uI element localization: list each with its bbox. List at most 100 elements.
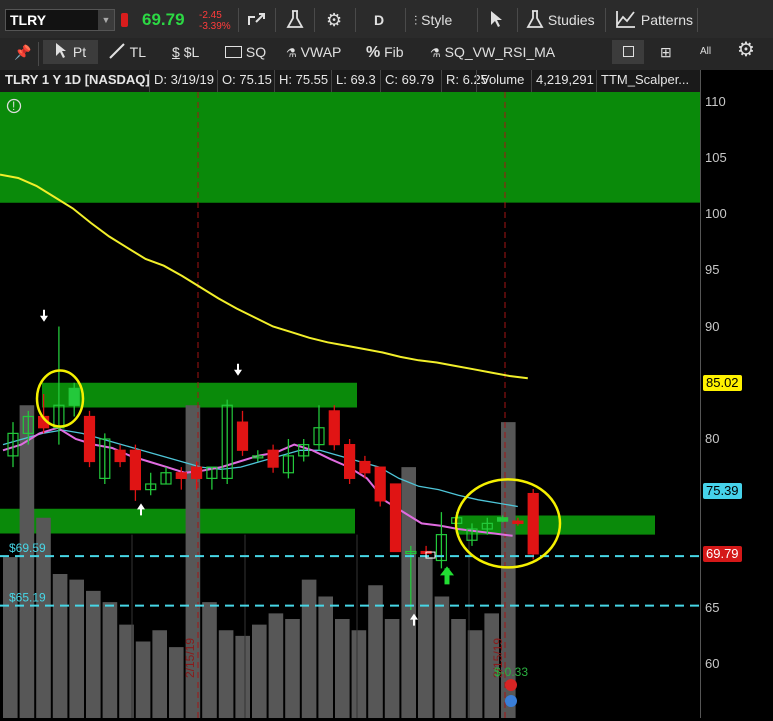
volume-bar xyxy=(451,619,466,718)
volume-bar xyxy=(285,619,300,718)
grid-layout-button[interactable]: ⊞ xyxy=(660,40,672,64)
volume-bar xyxy=(335,619,350,718)
chart-settings-button[interactable]: ⚙ xyxy=(737,38,755,62)
patterns-button[interactable]: Patterns xyxy=(615,8,693,32)
pointer-tool[interactable]: Pt xyxy=(43,40,98,64)
settings-button[interactable]: ⚙ xyxy=(326,8,342,32)
study-name: TTM_Scalper... xyxy=(601,72,690,87)
share-button[interactable] xyxy=(246,8,268,32)
chart-info-bar: TLRY 1 Y 1D [NASDAQ] D: 3/19/19 O: 75.15… xyxy=(0,70,700,93)
percent-icon: % xyxy=(366,44,381,61)
square-tool[interactable]: SQ xyxy=(225,40,266,64)
all-button[interactable]: All xyxy=(700,40,711,64)
volume-bar xyxy=(3,557,18,718)
drawing-toolbar: 📌 Pt TL $ $L SQ ⚗ VWAP % Fib ⚗ SQ_VW_RSI… xyxy=(0,38,773,71)
rectangle-icon xyxy=(225,46,242,58)
symbol-input[interactable]: TLRY ▼ xyxy=(5,9,115,31)
lab-button[interactable] xyxy=(285,8,305,32)
trendline-tool[interactable]: TL xyxy=(108,40,146,64)
trendline-icon xyxy=(109,43,125,59)
separator xyxy=(238,8,239,32)
volume-bar xyxy=(235,635,250,718)
volume-bar xyxy=(102,602,118,718)
percent-change: -3.39% xyxy=(199,21,231,32)
style-label: Style xyxy=(421,12,453,28)
symbol-text: TLRY xyxy=(10,12,47,28)
bar-low: L: 69.3 xyxy=(336,72,376,87)
candle-body xyxy=(83,415,96,463)
bar-high: H: 75.55 xyxy=(279,72,329,87)
vwap-tool[interactable]: ⚗ VWAP xyxy=(286,40,341,64)
volume-bar xyxy=(218,630,234,718)
price-tick-label: 60 xyxy=(705,656,720,671)
flask-icon xyxy=(526,10,544,28)
alert-icon-mark: ! xyxy=(12,99,15,113)
flag-icon[interactable] xyxy=(121,13,128,27)
separator xyxy=(517,8,518,32)
chart-plot-area[interactable]: $69.59 $65.19 2/15/19 3/15/19 $-0.33! xyxy=(0,79,700,718)
price-tick-label: 105 xyxy=(705,149,727,165)
separator xyxy=(314,8,315,32)
separator xyxy=(605,8,606,32)
fib-label: Fib xyxy=(384,44,404,60)
price-badge-top: 85.02 xyxy=(703,374,742,391)
separator xyxy=(274,70,275,92)
volume-bar xyxy=(135,641,151,718)
studies-label: Studies xyxy=(547,12,595,28)
price-tick-label: 65 xyxy=(705,599,720,615)
volume-label: Volume xyxy=(481,72,525,87)
volume-bar xyxy=(169,647,184,718)
separator xyxy=(596,70,597,92)
study-label: SQ_VW_RSI_MA xyxy=(444,44,556,60)
price-chart[interactable]: $69.59$65.192/15/19 3/15/19$-0.33! xyxy=(0,79,700,718)
pin-button[interactable]: 📌 xyxy=(14,40,31,64)
level-label-upper: $69.59 xyxy=(9,541,46,555)
square-icon xyxy=(622,46,634,57)
aggregation-button[interactable]: D xyxy=(374,8,384,32)
candle-body xyxy=(497,517,509,522)
candle-body xyxy=(328,410,340,446)
vwap-label: VWAP xyxy=(300,44,342,60)
arrow-up-icon xyxy=(137,503,145,510)
cursor-button[interactable] xyxy=(487,8,507,32)
bar-open: O: 75.15 xyxy=(222,72,272,87)
candle-body xyxy=(175,472,187,479)
pricelevel-tool[interactable]: $ $L xyxy=(172,40,199,64)
supply-demand-zone xyxy=(0,79,700,203)
candle-body xyxy=(68,387,80,406)
volume-bar xyxy=(301,579,317,718)
level-label-lower: $65.19 xyxy=(9,591,46,605)
pointer-label: Pt xyxy=(72,44,87,60)
study-tool[interactable]: ⚗ SQ_VW_RSI_MA xyxy=(430,40,555,64)
supply-demand-zone xyxy=(0,508,355,534)
separator xyxy=(477,8,478,32)
single-layout-button[interactable] xyxy=(612,40,644,64)
pricelevel-label: $L xyxy=(183,44,200,60)
candle-body xyxy=(267,449,279,468)
candle-body xyxy=(344,444,356,479)
symbol-dropdown-icon[interactable]: ▼ xyxy=(98,10,114,30)
main-toolbar: TLRY ▼ 69.79 -2.45 -3.39% ⚙ D ⫶ Style St… xyxy=(0,0,773,39)
ma-cyan-line xyxy=(2,429,518,508)
candle-body xyxy=(129,449,141,491)
studies-button[interactable]: Studies xyxy=(526,8,595,32)
volume-bar xyxy=(318,596,333,718)
candle-body xyxy=(191,466,203,479)
candle-body xyxy=(527,492,539,555)
fib-tool[interactable]: % Fib xyxy=(366,40,404,64)
price-axis[interactable] xyxy=(700,70,773,718)
candle-body xyxy=(374,466,386,502)
dividend-label: $-0.33 xyxy=(494,665,528,679)
price-tick-label: 90 xyxy=(705,318,720,334)
style-button[interactable]: ⫶ Style xyxy=(414,8,452,32)
last-price: 69.79 xyxy=(142,10,185,29)
price-tick-label: 95 xyxy=(705,262,720,278)
price-tick-label: 110 xyxy=(705,93,726,109)
volume-bar xyxy=(152,630,167,718)
price-tick-label: 80 xyxy=(705,431,720,446)
dollar-icon: $ xyxy=(172,44,180,60)
separator xyxy=(441,70,442,92)
flask-icon xyxy=(286,10,304,28)
supply-demand-zone xyxy=(42,382,357,408)
separator xyxy=(531,70,532,92)
